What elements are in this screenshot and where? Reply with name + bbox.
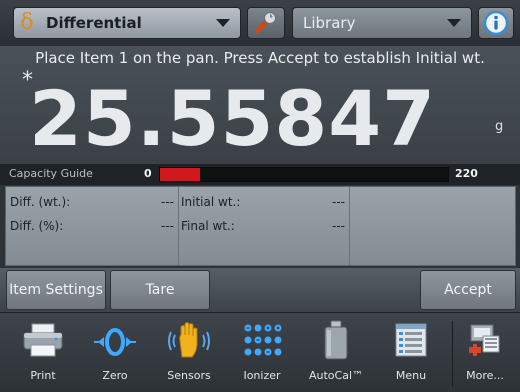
print-label: Print — [30, 369, 56, 382]
diff-wt-label: Diff. (wt.): — [10, 195, 71, 209]
capacity-min: 0 — [144, 167, 152, 180]
initial-wt-label: Initial wt.: — [181, 195, 241, 209]
autocal-button[interactable]: AutoCal™ — [305, 315, 367, 391]
settings-button[interactable] — [247, 7, 285, 39]
print-button[interactable]: Print — [12, 315, 74, 391]
final-wt-value: --- — [332, 219, 345, 233]
softkey-row: Item Settings Tare Accept — [0, 268, 520, 312]
printer-icon — [23, 323, 63, 357]
more-label: More... — [466, 369, 504, 382]
column-divider — [178, 187, 179, 265]
hand-sensor-icon — [168, 322, 210, 358]
ionizer-icon — [244, 324, 282, 356]
capacity-bar-fill — [160, 168, 201, 181]
instruction-text: Place Item 1 on the pan. Press Accept to… — [35, 49, 485, 67]
column-divider — [349, 187, 350, 265]
item-settings-button[interactable]: Item Settings — [6, 270, 106, 310]
delta-icon: δ — [20, 10, 34, 35]
menu-list-icon — [395, 323, 427, 357]
diff-pct-value: --- — [161, 219, 174, 233]
top-bar: δ Differential Library — [0, 0, 520, 46]
initial-wt-value: --- — [332, 195, 345, 209]
zero-button[interactable]: Zero — [84, 315, 146, 391]
ionizer-label: Ionizer — [243, 369, 281, 382]
autocal-label: AutoCal™ — [308, 369, 364, 382]
info-button[interactable] — [478, 7, 514, 39]
wrench-icon — [254, 12, 276, 34]
zero-icon — [94, 328, 136, 356]
tare-button[interactable]: Tare — [110, 270, 210, 310]
ionizer-button[interactable]: Ionizer — [231, 315, 293, 391]
bottom-toolbar: Print Zero Sensors Ionizer AutoCal™ Menu… — [0, 312, 520, 392]
application-dropdown[interactable]: δ Differential — [13, 7, 241, 39]
zero-label: Zero — [102, 369, 128, 382]
library-dropdown[interactable]: Library — [292, 7, 472, 39]
menu-label: Menu — [395, 369, 427, 382]
chevron-down-icon — [447, 19, 461, 27]
results-panel: Diff. (wt.): --- Diff. (%): --- Initial … — [5, 186, 516, 266]
library-label: Library — [303, 14, 356, 32]
capacity-bar — [159, 167, 449, 182]
info-icon — [483, 10, 509, 36]
sensors-button[interactable]: Sensors — [158, 315, 220, 391]
final-wt-label: Final wt.: — [181, 219, 235, 233]
calibration-weight-icon — [324, 320, 348, 360]
capacity-max: 220 — [455, 167, 478, 180]
more-options-icon — [469, 324, 500, 356]
toolbar-divider — [452, 321, 453, 387]
more-button[interactable]: More... — [454, 315, 516, 391]
capacity-label: Capacity Guide — [9, 167, 93, 180]
accept-button[interactable]: Accept — [420, 270, 516, 310]
chevron-down-icon — [216, 19, 230, 27]
sensors-label: Sensors — [167, 369, 211, 382]
diff-wt-value: --- — [161, 195, 174, 209]
application-name: Differential — [46, 14, 142, 32]
diff-pct-label: Diff. (%): — [10, 219, 64, 233]
capacity-guide: Capacity Guide 0 220 — [0, 164, 520, 185]
weight-display: Place Item 1 on the pan. Press Accept to… — [0, 46, 520, 164]
weight-reading: 25.55847 — [28, 74, 436, 163]
weight-unit: g — [495, 119, 504, 134]
menu-button[interactable]: Menu — [380, 315, 442, 391]
